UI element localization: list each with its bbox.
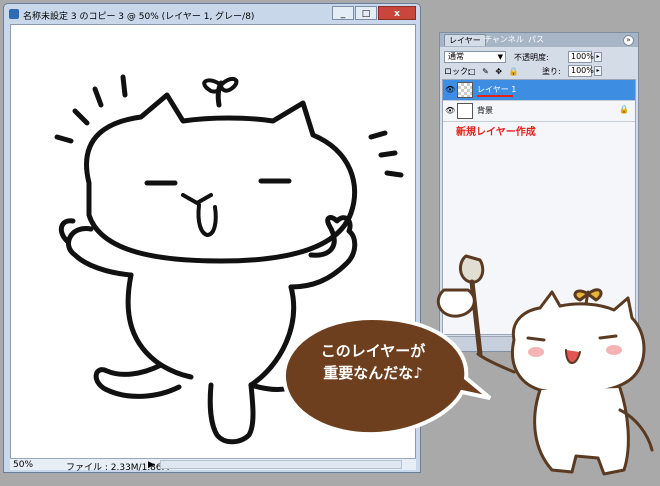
mascot-cat-with-brush [436,254,654,476]
